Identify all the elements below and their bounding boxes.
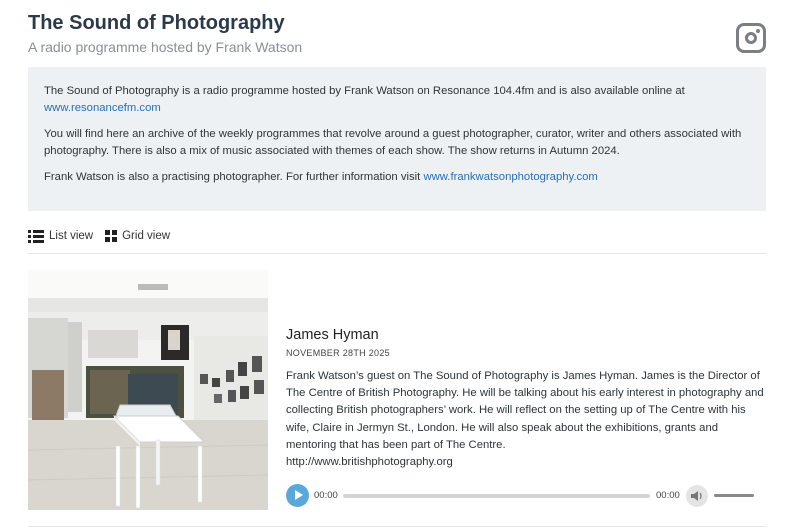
episode-description: Frank Watson’s guest on The Sound of Pho… — [286, 368, 764, 471]
frankwatson-link[interactable]: www.frankwatsonphotography.com — [423, 171, 597, 183]
intro-text-3: Frank Watson is also a practising photog… — [44, 171, 421, 183]
volume-button[interactable] — [686, 485, 708, 507]
instagram-icon[interactable] — [736, 23, 766, 53]
intro-panel: The Sound of Photography is a radio prog… — [28, 67, 766, 211]
site-subtitle: A radio programme hosted by Frank Watson — [28, 39, 303, 55]
list-icon — [28, 230, 44, 243]
grid-view-label: Grid view — [122, 230, 171, 242]
divider-bottom — [28, 526, 766, 527]
duration: 00:00 — [656, 490, 680, 501]
list-view-button[interactable]: List view — [28, 230, 94, 243]
gallery-interior-image — [28, 270, 268, 510]
seek-bar[interactable] — [343, 494, 650, 498]
episode-photo[interactable] — [28, 270, 268, 510]
episode-date: NOVEMBER 28TH 2025 — [286, 348, 390, 358]
grid-view-button[interactable]: Grid view — [105, 230, 170, 242]
intro-paragraph-1: The Sound of Photography is a radio prog… — [44, 83, 750, 117]
instagram-dot — [756, 29, 760, 33]
intro-paragraph-2: You will find here an archive of the wee… — [44, 128, 742, 157]
instagram-lens — [745, 32, 757, 44]
speaker-icon — [691, 491, 702, 501]
episode-description-text: Frank Watson’s guest on The Sound of Pho… — [286, 370, 764, 451]
divider — [28, 253, 766, 254]
audio-player: 00:00 00:00 — [286, 484, 756, 508]
play-button[interactable] — [286, 484, 309, 507]
episode-title[interactable]: James Hyman — [286, 327, 379, 343]
intro-paragraph-3: Frank Watson is also a practising photog… — [44, 169, 750, 186]
view-toggle: List view Grid view — [28, 230, 182, 243]
list-view-label: List view — [49, 230, 94, 242]
episode-url: http://www.britishphotography.org — [286, 456, 453, 469]
volume-slider[interactable] — [714, 494, 754, 497]
intro-text-1: The Sound of Photography is a radio prog… — [44, 85, 685, 97]
grid-icon — [105, 230, 118, 242]
resonance-link[interactable]: www.resonancefm.com — [44, 102, 161, 114]
current-time: 00:00 — [314, 490, 338, 501]
site-title[interactable]: The Sound of Photography — [28, 12, 285, 35]
